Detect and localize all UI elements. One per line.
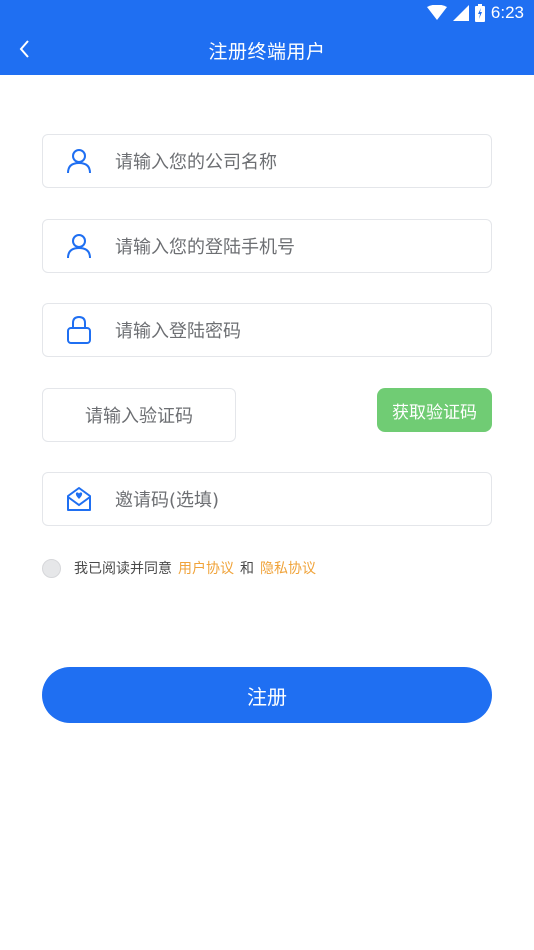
agreement-prefix: 我已阅读并同意 (74, 561, 172, 577)
verify-code-field[interactable]: 请输入验证码 (42, 388, 236, 442)
company-name-field[interactable]: 请输入您的公司名称 (42, 134, 492, 188)
verify-code-placeholder: 请输入验证码 (85, 406, 193, 427)
mail-heart-icon (43, 472, 115, 526)
company-name-placeholder: 请输入您的公司名称 (115, 152, 277, 173)
lock-icon (43, 303, 115, 357)
register-button[interactable]: 注册 (42, 667, 492, 723)
battery-icon (474, 4, 485, 22)
user-agreement-link[interactable]: 用户协议 (178, 558, 234, 578)
wifi-icon (426, 5, 447, 21)
get-code-button[interactable]: 获取验证码 (377, 388, 492, 432)
cell-signal-icon (452, 5, 469, 21)
agreement-and: 和 (240, 561, 254, 577)
agreement-row: 我已阅读并同意 用户协议 和 隐私协议 (42, 556, 322, 580)
register-page: 6:23 注册终端用户 请输入您的公司名称 请输入您的登陆手机号 请输入登陆密码… (0, 0, 534, 950)
invite-code-field[interactable]: 邀请码(选填) (42, 472, 492, 526)
user-icon (43, 134, 115, 188)
password-field[interactable]: 请输入登陆密码 (42, 303, 492, 357)
password-placeholder: 请输入登陆密码 (115, 321, 241, 342)
user-icon (43, 219, 115, 273)
page-title: 注册终端用户 (208, 41, 326, 63)
status-time: 6:23 (490, 3, 524, 22)
invite-code-placeholder: 邀请码(选填) (115, 490, 220, 511)
back-button[interactable] (4, 26, 44, 75)
chevron-left-icon (17, 38, 31, 64)
phone-field[interactable]: 请输入您的登陆手机号 (42, 219, 492, 273)
privacy-agreement-link[interactable]: 隐私协议 (260, 558, 316, 578)
phone-placeholder: 请输入您的登陆手机号 (115, 237, 295, 258)
agreement-checkbox[interactable] (42, 558, 61, 578)
status-bar: 6:23 (0, 0, 534, 26)
app-bar: 注册终端用户 (0, 26, 534, 75)
